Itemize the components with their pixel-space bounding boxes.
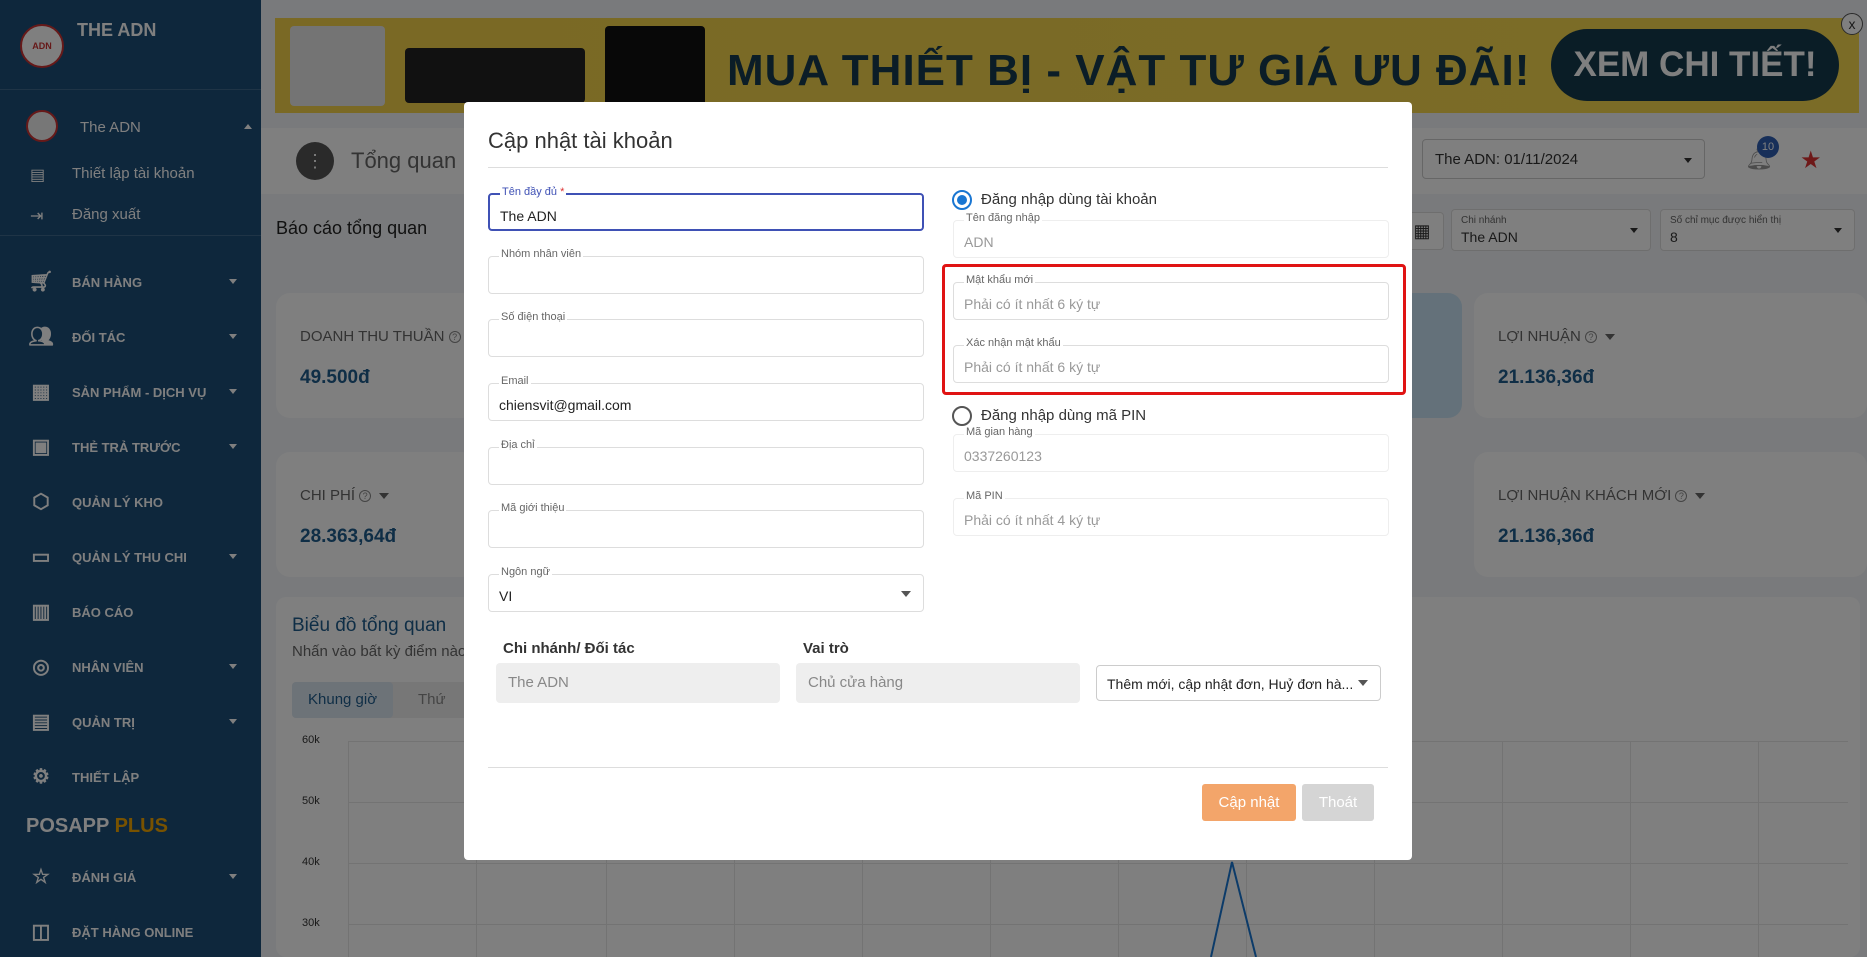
fullname-value: The ADN — [500, 208, 557, 224]
field-label: Mã giới thiệu — [499, 502, 567, 514]
phone-field[interactable]: Số điện thoại — [488, 311, 924, 357]
permissions-value: Thêm mới, cập nhật đơn, Huỷ đơn hà... — [1107, 676, 1354, 692]
exit-button[interactable]: Thoát — [1302, 784, 1374, 821]
staff-group-field[interactable]: Nhóm nhân viên — [488, 248, 924, 294]
fullname-field[interactable]: Tên đầy đủ * The ADN — [488, 186, 924, 231]
password-highlight-box — [942, 264, 1406, 395]
modal-divider — [488, 167, 1388, 168]
login-account-radio[interactable] — [952, 190, 972, 210]
field-label: Nhóm nhân viên — [499, 248, 584, 260]
branch-value-box: The ADN — [496, 663, 780, 703]
branch-column-header: Chi nhánh/ Đối tác — [503, 640, 635, 657]
language-select[interactable]: Ngôn ngữ VI — [488, 566, 924, 612]
modal-footer-divider — [488, 767, 1388, 768]
login-pin-radio[interactable] — [952, 406, 972, 426]
fullname-label: Tên đầy đủ — [502, 186, 558, 198]
field-label: Email — [499, 375, 531, 387]
field-label: Mã gian hàng — [964, 426, 1035, 438]
pin-field: Mã PIN Phải có ít nhất 4 ký tự — [953, 490, 1389, 536]
field-label: Mã PIN — [964, 490, 1005, 502]
email-value: chiensvit@gmail.com — [499, 397, 632, 413]
role-value-box: Chủ cửa hàng — [796, 663, 1080, 703]
username-value: ADN — [964, 234, 994, 250]
email-field[interactable]: Email chiensvit@gmail.com — [488, 375, 924, 421]
field-label: Tên đăng nhập — [964, 212, 1043, 224]
update-button[interactable]: Cập nhật — [1202, 784, 1296, 821]
login-account-label: Đăng nhập dùng tài khoản — [981, 191, 1157, 208]
role-column-header: Vai trò — [803, 640, 849, 657]
username-field: Tên đăng nhập ADN — [953, 212, 1389, 258]
login-pin-label: Đăng nhập dùng mã PIN — [981, 407, 1147, 424]
language-value: VI — [499, 588, 513, 604]
pin-placeholder: Phải có ít nhất 4 ký tự — [964, 512, 1101, 528]
permissions-select[interactable]: Thêm mới, cập nhật đơn, Huỷ đơn hà... — [1096, 665, 1381, 701]
field-label: Địa chỉ — [499, 439, 537, 451]
stall-code-field: Mã gian hàng 0337260123 — [953, 426, 1389, 472]
chevron-down-icon — [901, 591, 911, 597]
address-field[interactable]: Địa chỉ — [488, 439, 924, 485]
stall-code-value: 0337260123 — [964, 448, 1042, 464]
update-account-modal: Cập nhật tài khoản Tên đầy đủ * The ADN … — [464, 102, 1412, 860]
field-label: Ngôn ngữ — [499, 566, 552, 578]
modal-title: Cập nhật tài khoản — [488, 128, 673, 153]
field-label: Số điện thoại — [499, 311, 568, 323]
required-mark: * — [560, 186, 565, 198]
chevron-down-icon — [1358, 680, 1368, 686]
referral-code-field[interactable]: Mã giới thiệu — [488, 502, 924, 548]
field-label: Tên đầy đủ * — [500, 186, 567, 198]
